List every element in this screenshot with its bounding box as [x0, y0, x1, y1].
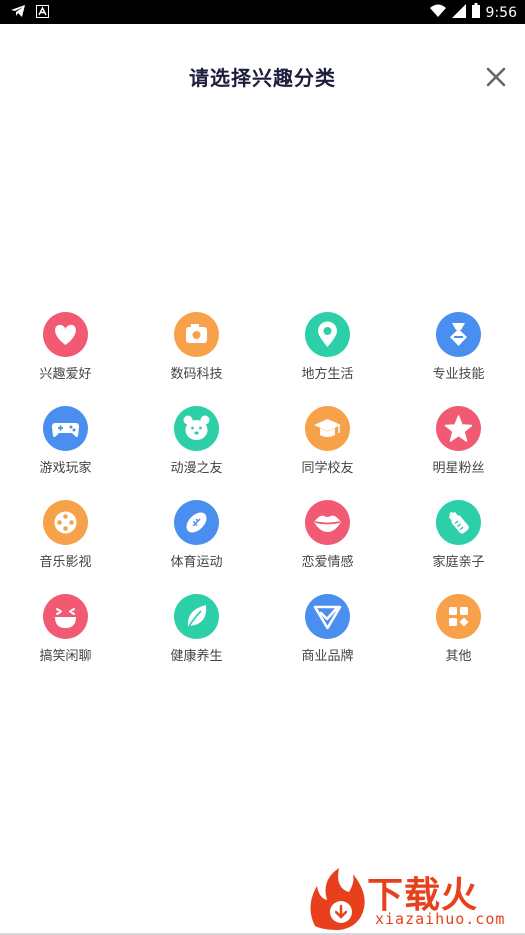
status-bar: 9:56: [0, 0, 525, 24]
gamepad-icon: [43, 406, 88, 451]
apps-grid-icon: [436, 594, 481, 639]
category-label: 动漫之友: [170, 461, 223, 476]
category-label: 明星粉丝: [432, 461, 485, 476]
telegram-icon: [10, 4, 26, 23]
laughing-face-icon: [43, 594, 88, 639]
category-item[interactable]: 家庭亲子: [393, 498, 524, 592]
bear-face-icon: [174, 406, 219, 451]
category-label: 体育运动: [170, 555, 223, 570]
leaf-icon: [174, 594, 219, 639]
category-item[interactable]: 其他: [393, 592, 524, 686]
category-label: 商业品牌: [301, 649, 354, 664]
flame-download-icon: [310, 868, 365, 930]
wifi-icon: [429, 4, 446, 23]
camera-icon: [174, 312, 219, 357]
graduation-cap-icon: [305, 406, 350, 451]
category-label: 其他: [445, 649, 472, 664]
category-item[interactable]: 商业品牌: [262, 592, 393, 686]
battery-icon: [471, 3, 480, 23]
category-item[interactable]: 地方生活: [262, 310, 393, 404]
lips-icon: [305, 500, 350, 545]
category-item[interactable]: 健康养生: [131, 592, 262, 686]
category-label: 家庭亲子: [432, 555, 485, 570]
close-icon: [486, 67, 506, 87]
notification-a-icon: [36, 4, 49, 23]
location-pin-icon: [305, 312, 350, 357]
category-label: 同学校友: [301, 461, 354, 476]
star-icon: [436, 406, 481, 451]
medal-icon: [436, 312, 481, 357]
heart-icon: [43, 312, 88, 357]
category-item[interactable]: 数码科技: [131, 310, 262, 404]
category-label: 地方生活: [301, 367, 354, 382]
dialog-header: 请选择兴趣分类: [0, 24, 525, 130]
category-label: 搞笑闲聊: [39, 649, 92, 664]
football-icon: [174, 500, 219, 545]
category-label: 音乐影视: [39, 555, 92, 570]
category-label: 恋爱情感: [301, 555, 354, 570]
signal-icon: [451, 3, 466, 23]
category-item[interactable]: 体育运动: [131, 498, 262, 592]
close-button[interactable]: [484, 65, 508, 89]
category-label: 数码科技: [170, 367, 223, 382]
category-item[interactable]: 音乐影视: [0, 498, 131, 592]
category-label: 兴趣爱好: [39, 367, 92, 382]
category-item[interactable]: 动漫之友: [131, 404, 262, 498]
category-label: 专业技能: [432, 367, 485, 382]
category-item[interactable]: 兴趣爱好: [0, 310, 131, 404]
category-label: 游戏玩家: [39, 461, 92, 476]
category-item[interactable]: 游戏玩家: [0, 404, 131, 498]
category-item[interactable]: 同学校友: [262, 404, 393, 498]
category-item[interactable]: 恋爱情感: [262, 498, 393, 592]
category-label: 健康养生: [170, 649, 223, 664]
check-badge-icon: [305, 594, 350, 639]
film-reel-icon: [43, 500, 88, 545]
category-item[interactable]: 搞笑闲聊: [0, 592, 131, 686]
watermark-url: xiazaihuo.com: [375, 910, 506, 928]
watermark-logo: 下载火 xiazaihuo.com: [305, 864, 525, 935]
page-title: 请选择兴趣分类: [189, 66, 336, 90]
category-item[interactable]: 明星粉丝: [393, 404, 524, 498]
category-item[interactable]: 专业技能: [393, 310, 524, 404]
status-time: 9:56: [485, 5, 517, 21]
baby-bottle-icon: [436, 500, 481, 545]
